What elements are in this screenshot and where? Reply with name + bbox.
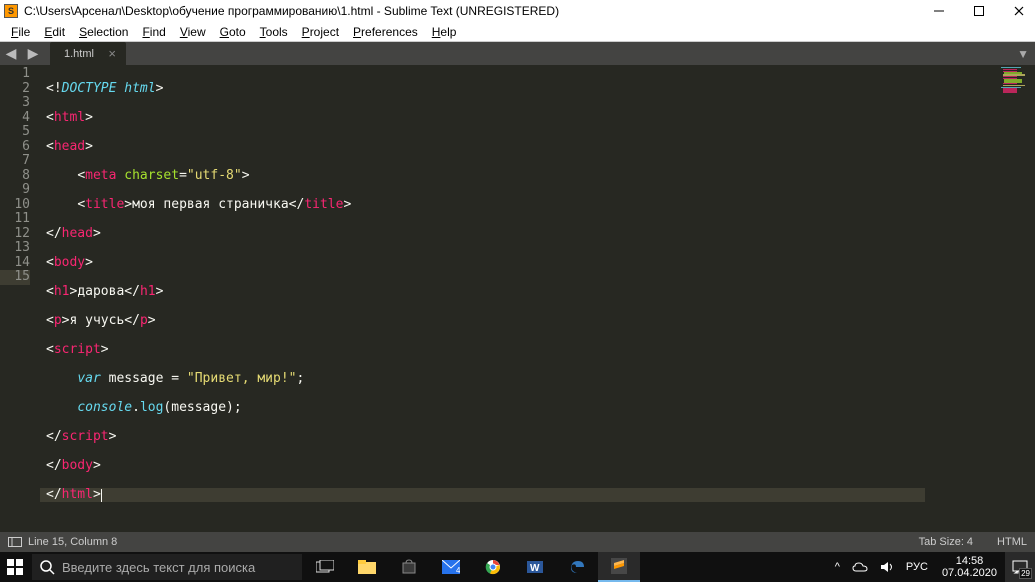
- status-bar: Line 15, Column 8 Tab Size: 4 HTML: [0, 532, 1035, 552]
- app-icon: S: [4, 4, 18, 18]
- nav-back-button[interactable]: ◀: [2, 45, 20, 63]
- taskbar-app-mail[interactable]: 4: [430, 552, 472, 582]
- task-view-button[interactable]: [304, 552, 346, 582]
- system-tray: ^ РУС 14:58 07.04.2020 29: [829, 552, 1035, 582]
- menu-help[interactable]: Help: [425, 23, 464, 41]
- menu-goto[interactable]: Goto: [213, 23, 253, 41]
- notification-badge: 29: [1019, 568, 1032, 579]
- menu-view[interactable]: View: [173, 23, 213, 41]
- tab-dropdown-icon[interactable]: ▼: [1017, 47, 1029, 61]
- text-cursor: [101, 489, 102, 502]
- start-button[interactable]: [0, 552, 30, 582]
- taskbar-app-chrome[interactable]: [472, 552, 514, 582]
- line-number: 6: [0, 140, 30, 155]
- tray-language[interactable]: РУС: [900, 561, 934, 573]
- status-tabsize[interactable]: Tab Size: 4: [919, 536, 973, 548]
- tab-close-icon[interactable]: ×: [108, 46, 116, 61]
- code-content[interactable]: <!DOCTYPE html> <html> <head> <meta char…: [40, 65, 925, 532]
- menu-preferences[interactable]: Preferences: [346, 23, 425, 41]
- tray-onedrive-icon[interactable]: [846, 561, 874, 573]
- windows-taskbar: Введите здесь текст для поиска 4 W ^ РУС…: [0, 552, 1035, 582]
- line-number: 2: [0, 82, 30, 97]
- taskbar-app-edge[interactable]: [556, 552, 598, 582]
- menu-selection[interactable]: Selection: [72, 23, 135, 41]
- line-number: 15: [0, 270, 30, 285]
- status-position: Line 15, Column 8: [28, 536, 117, 548]
- search-icon: [32, 559, 62, 575]
- menu-find[interactable]: Find: [135, 23, 172, 41]
- panel-switcher-icon[interactable]: [8, 535, 22, 549]
- search-placeholder: Введите здесь текст для поиска: [62, 560, 255, 575]
- taskbar-app-explorer[interactable]: [346, 552, 388, 582]
- menu-file[interactable]: File: [4, 23, 37, 41]
- menu-edit[interactable]: Edit: [37, 23, 72, 41]
- line-number: 11: [0, 212, 30, 227]
- minimap-preview: [1001, 67, 1029, 93]
- line-number: 13: [0, 241, 30, 256]
- menu-tools[interactable]: Tools: [253, 23, 295, 41]
- window-title: C:\Users\Арсенал\Desktop\обучение програ…: [24, 4, 931, 18]
- status-language[interactable]: HTML: [997, 536, 1027, 548]
- tray-date: 07.04.2020: [942, 567, 997, 579]
- taskbar-app-word[interactable]: W: [514, 552, 556, 582]
- svg-text:4: 4: [456, 566, 460, 574]
- line-number: 5: [0, 125, 30, 140]
- minimize-button[interactable]: [931, 3, 947, 19]
- tray-notifications-icon[interactable]: 29: [1005, 552, 1035, 582]
- taskbar-app-store[interactable]: [388, 552, 430, 582]
- line-number: 12: [0, 227, 30, 242]
- line-number: 4: [0, 111, 30, 126]
- line-number: 3: [0, 96, 30, 111]
- menu-bar: File Edit Selection Find View Goto Tools…: [0, 22, 1035, 42]
- svg-text:W: W: [530, 563, 540, 574]
- taskbar-app-sublime[interactable]: [598, 552, 640, 582]
- line-number: 1: [0, 67, 30, 82]
- file-tab[interactable]: 1.html ×: [50, 42, 126, 65]
- window-titlebar: S C:\Users\Арсенал\Desktop\обучение прог…: [0, 0, 1035, 22]
- maximize-button[interactable]: [971, 3, 987, 19]
- line-number: 10: [0, 198, 30, 213]
- line-gutter: 1 2 3 4 5 6 7 8 9 10 11 12 13 14 15: [0, 65, 40, 532]
- menu-project[interactable]: Project: [295, 23, 346, 41]
- nav-forward-button[interactable]: ▶: [24, 45, 42, 63]
- tray-volume-icon[interactable]: [874, 560, 900, 574]
- tab-bar: ◀ ▶ 1.html × ▼: [0, 42, 1035, 65]
- close-button[interactable]: [1011, 3, 1027, 19]
- editor-area: 1 2 3 4 5 6 7 8 9 10 11 12 13 14 15 <!DO…: [0, 65, 1035, 532]
- tray-time: 14:58: [942, 555, 997, 567]
- line-number: 9: [0, 183, 30, 198]
- tray-clock[interactable]: 14:58 07.04.2020: [934, 555, 1005, 579]
- tab-label: 1.html: [64, 48, 94, 60]
- line-number: 14: [0, 256, 30, 271]
- taskbar-search[interactable]: Введите здесь текст для поиска: [32, 554, 302, 580]
- line-number: 7: [0, 154, 30, 169]
- line-number: 8: [0, 169, 30, 184]
- minimap[interactable]: [925, 65, 1035, 532]
- tray-overflow-icon[interactable]: ^: [829, 561, 846, 573]
